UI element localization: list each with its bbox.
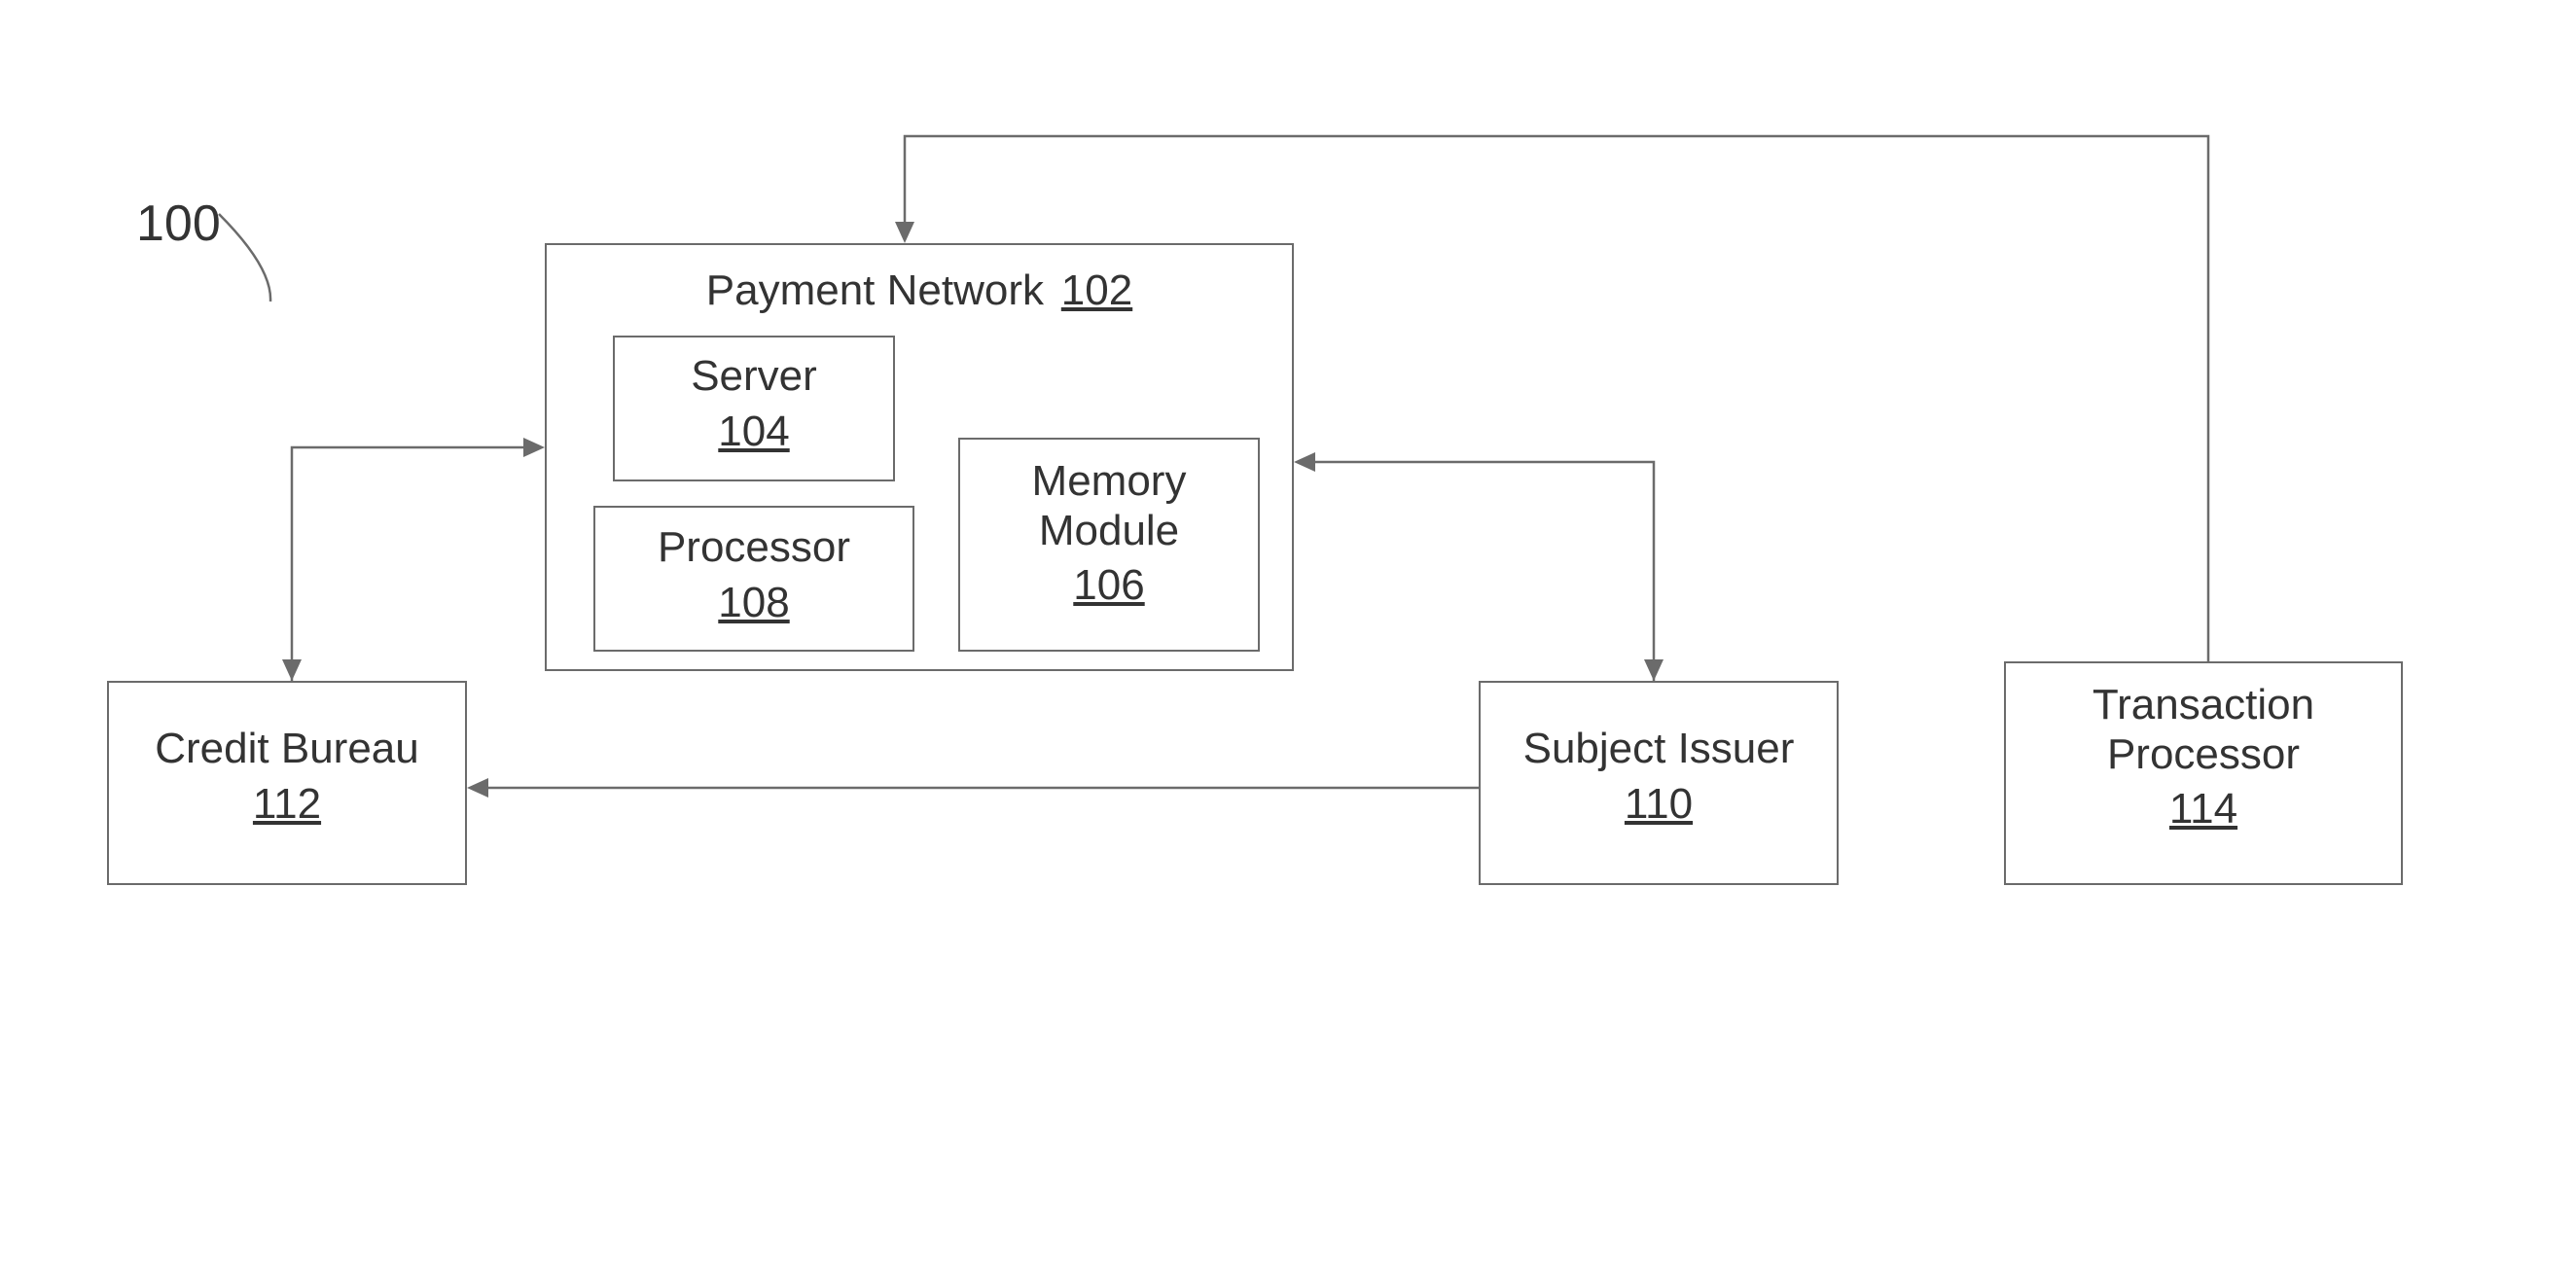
label-processor: Processor 108 [593,523,914,627]
title-memory-module-1: Memory [958,457,1260,507]
figure-number: 100 [136,195,221,253]
ref-processor: 108 [718,579,789,628]
ref-server: 104 [718,408,789,457]
ref-tx-processor: 114 [2169,785,2237,834]
label-memory-module: Memory Module 106 [958,457,1260,611]
ref-payment-network: 102 [1061,266,1132,316]
title-tx-processor-1: Transaction [2004,681,2403,730]
ref-memory-module: 106 [1073,561,1144,611]
title-subject-issuer: Subject Issuer [1479,725,1839,774]
title-payment-network: Payment Network [706,266,1044,314]
arrow-subjectissuer-to-creditbureau [467,778,1479,798]
title-processor: Processor [593,523,914,573]
arrow-subjectissuer-paymentnetwork [1294,452,1664,681]
label-payment-network: Payment Network 102 [545,261,1294,316]
title-memory-module-2: Module [958,507,1260,556]
title-tx-processor-2: Processor [2004,730,2403,780]
label-credit-bureau: Credit Bureau 112 [107,725,467,829]
arrow-creditbureau-paymentnetwork [282,438,545,681]
title-credit-bureau: Credit Bureau [107,725,467,774]
label-subject-issuer: Subject Issuer 110 [1479,725,1839,829]
figure-indicator-curve [219,214,270,302]
diagram-stage: 100 Payment Network 102 Server 104 Proce… [0,0,2576,1278]
title-server: Server [613,352,895,402]
label-transaction-processor: Transaction Processor 114 [2004,681,2403,834]
ref-subject-issuer: 110 [1625,780,1693,830]
ref-credit-bureau: 112 [253,780,321,830]
label-server: Server 104 [613,352,895,456]
